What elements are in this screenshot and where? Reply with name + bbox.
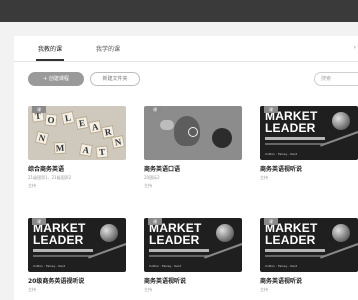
search-input[interactable]: 搜索 [314,72,358,86]
cover-rule [204,243,242,259]
course-badge: 课 [32,106,46,113]
letter-tile: N [111,135,125,149]
course-title[interactable]: 综合商务英语 [28,164,126,173]
letter-tile: N [34,130,50,146]
more-icon[interactable]: › [354,44,356,51]
cover-authors: Cotton · Falvey · Kent [265,264,298,268]
course-thumbnail[interactable]: MARKET LEADER Cotton · Falvey · Kent 课 [28,218,126,272]
cover-strip [265,137,325,140]
new-folder-button[interactable]: 新建文件夹 [90,72,140,86]
letter-tile: E [75,116,89,130]
cover-rule [88,243,126,259]
course-title[interactable]: 商务英语口语 [144,164,242,173]
course-thumbnail[interactable]: MARKET LEADER Cotton · Falvey · Kent 课 [260,218,358,272]
course-title[interactable]: 20级商务英语视听说 [28,276,126,285]
cover-authors: Cotton · Falvey · Kent [265,152,298,156]
create-course-button[interactable]: + 创建课程 [28,72,84,86]
globe-icon [332,224,350,242]
course-title[interactable]: 商务英语视听说 [144,276,242,285]
course-thumbnail[interactable]: MARKET LEADER Cotton · Falvey · Kent 课 [260,106,358,160]
course-role: 主持 [260,287,268,292]
cover-subline [265,255,325,257]
cover-authors: Cotton · Falvey · Kent [33,264,66,268]
tab-my-courses[interactable]: 我教的课 [38,44,62,53]
book-title-leader: LEADER [149,233,200,247]
cover-strip [149,249,209,252]
letter-tile: O [44,113,58,127]
cover-strip [265,249,325,252]
course-classes: 20国际2 [144,175,160,180]
letter-tile: T [95,145,109,159]
course-badge: 课 [148,106,162,113]
book-title-leader: LEADER [265,233,316,247]
course-role: 主持 [28,183,36,188]
course-badge: 课 [32,218,46,225]
course-thumbnail[interactable]: MARKET LEADER Cotton · Falvey · Kent 课 [144,218,242,272]
active-tab-indicator [36,59,64,61]
course-thumbnail[interactable]: 课 [144,106,242,160]
book-title-leader: LEADER [33,233,84,247]
globe-icon [216,224,234,242]
course-badge: 课 [264,106,278,113]
course-role: 主持 [260,175,268,180]
play-icon [188,127,198,137]
course-badge: 课 [148,218,162,225]
cover-authors: Cotton · Falvey · Kent [149,264,182,268]
microphone-icon [212,128,232,148]
letter-tile: A [88,120,102,134]
globe-icon [100,224,118,242]
cover-subline [149,255,209,257]
cover-subline [33,255,93,257]
course-role: 主持 [144,287,152,292]
course-badge: 课 [264,218,278,225]
cover-rule [320,243,358,259]
speech-bubble-icon [160,120,174,130]
course-classes: 21级国贸1、21级国贸2 [28,175,72,180]
course-tabs: 我教的课 我学的课 › [14,36,358,62]
cover-subline [265,143,325,145]
course-role: 主持 [144,183,152,188]
letter-tile: L [60,110,76,126]
course-panel: 我教的课 我学的课 › + 创建课程 新建文件夹 搜索 T O L E A R … [14,36,358,300]
course-thumbnail[interactable]: T O L E A R N N M A T 课 [28,106,126,160]
cover-rule [320,131,358,147]
cover-strip [33,249,93,252]
course-role: 主持 [28,287,36,292]
globe-icon [332,112,350,130]
book-title-leader: LEADER [265,121,316,135]
letter-tile: M [53,141,67,155]
top-bar [0,0,358,22]
course-title[interactable]: 商务英语视听说 [260,164,358,173]
course-title[interactable]: 商务英语视听说 [260,276,358,285]
letter-tile: A [79,143,93,157]
tab-learning-courses[interactable]: 我学的课 [96,44,120,53]
